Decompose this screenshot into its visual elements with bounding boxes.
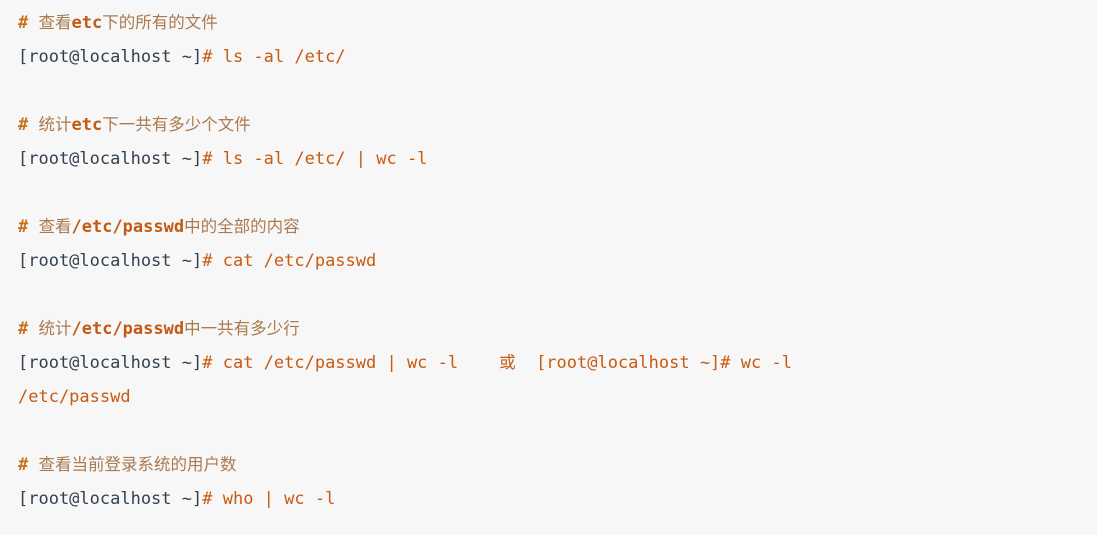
comment-line: # 统计/etc/passwd中一共有多少行 [18,312,1097,346]
comment-text-literal: etc [71,13,103,33]
shell-command: ls -al /etc/ [212,47,346,67]
alternative-separator: 或 [499,353,516,372]
shell-command: who | wc -l [212,489,336,509]
prompt-hash: # [202,251,213,271]
prompt-hash: # [202,149,213,169]
comment-space [28,13,38,33]
comment-text-literal: /etc/passwd [71,217,185,237]
command-line: [root@localhost ~]# ls -al /etc/ [18,40,1097,74]
comment-space [28,455,38,475]
separator-gap [458,353,499,373]
comment-line: # 查看当前登录系统的用户数 [18,448,1097,482]
command-line: [root@localhost ~]# cat /etc/passwd [18,244,1097,278]
command-line: [root@localhost ~]# who | wc -l [18,482,1097,516]
shell-command: ls -al /etc/ | wc -l [212,149,428,169]
shell-prompt: [root@localhost ~] [18,149,203,169]
comment-space [28,319,38,339]
command-wrap-line: /etc/passwd [18,380,1097,414]
prompt-hash: # [202,489,213,509]
comment-text-cjk: 中的全部的内容 [184,217,300,236]
comment-hash: # [18,217,29,237]
comment-line: # 查看etc下的所有的文件 [18,6,1097,40]
comment-text-cjk: 查看 [38,217,72,236]
shell-prompt: [root@localhost ~] [18,251,203,271]
comment-line: # 统计etc下一共有多少个文件 [18,108,1097,142]
prompt-hash: # [202,47,213,67]
comment-text-cjk: 下的所有的文件 [102,13,218,32]
code-block: # 查看etc下的所有的文件 [root@localhost ~]# ls -a… [0,0,1097,535]
comment-text-cjk: 下一共有多少个文件 [102,115,251,134]
command-line-with-alternative: [root@localhost ~]# cat /etc/passwd | wc… [18,346,1097,380]
command-line: [root@localhost ~]# ls -al /etc/ | wc -l [18,142,1097,176]
shell-command: cat /etc/passwd [212,251,377,271]
comment-text-cjk: 统计 [38,319,72,338]
comment-text-cjk: 查看 [38,13,72,32]
comment-space [28,217,38,237]
shell-prompt: [root@localhost ~] [18,353,203,373]
shell-prompt: [root@localhost ~] [18,47,203,67]
alternative-shell-prompt: [root@localhost ~]# [536,353,731,373]
separator-gap [516,353,536,373]
prompt-hash: # [202,353,213,373]
shell-command: cat /etc/passwd | wc -l [212,353,459,373]
comment-hash: # [18,115,29,135]
comment-hash: # [18,319,29,339]
comment-text-literal: /etc/passwd [71,319,185,339]
comment-text-literal: etc [71,115,103,135]
alternative-shell-command: wc -l [730,353,792,373]
shell-prompt: [root@localhost ~] [18,489,203,509]
shell-command-continuation: /etc/passwd [18,387,131,407]
comment-line: # 查看/etc/passwd中的全部的内容 [18,210,1097,244]
comment-hash: # [18,455,29,475]
comment-text-cjk: 查看当前登录系统的用户数 [38,455,237,474]
comment-text-cjk: 统计 [38,115,72,134]
comment-hash: # [18,13,29,33]
comment-text-cjk: 中一共有多少行 [184,319,300,338]
comment-space [28,115,38,135]
